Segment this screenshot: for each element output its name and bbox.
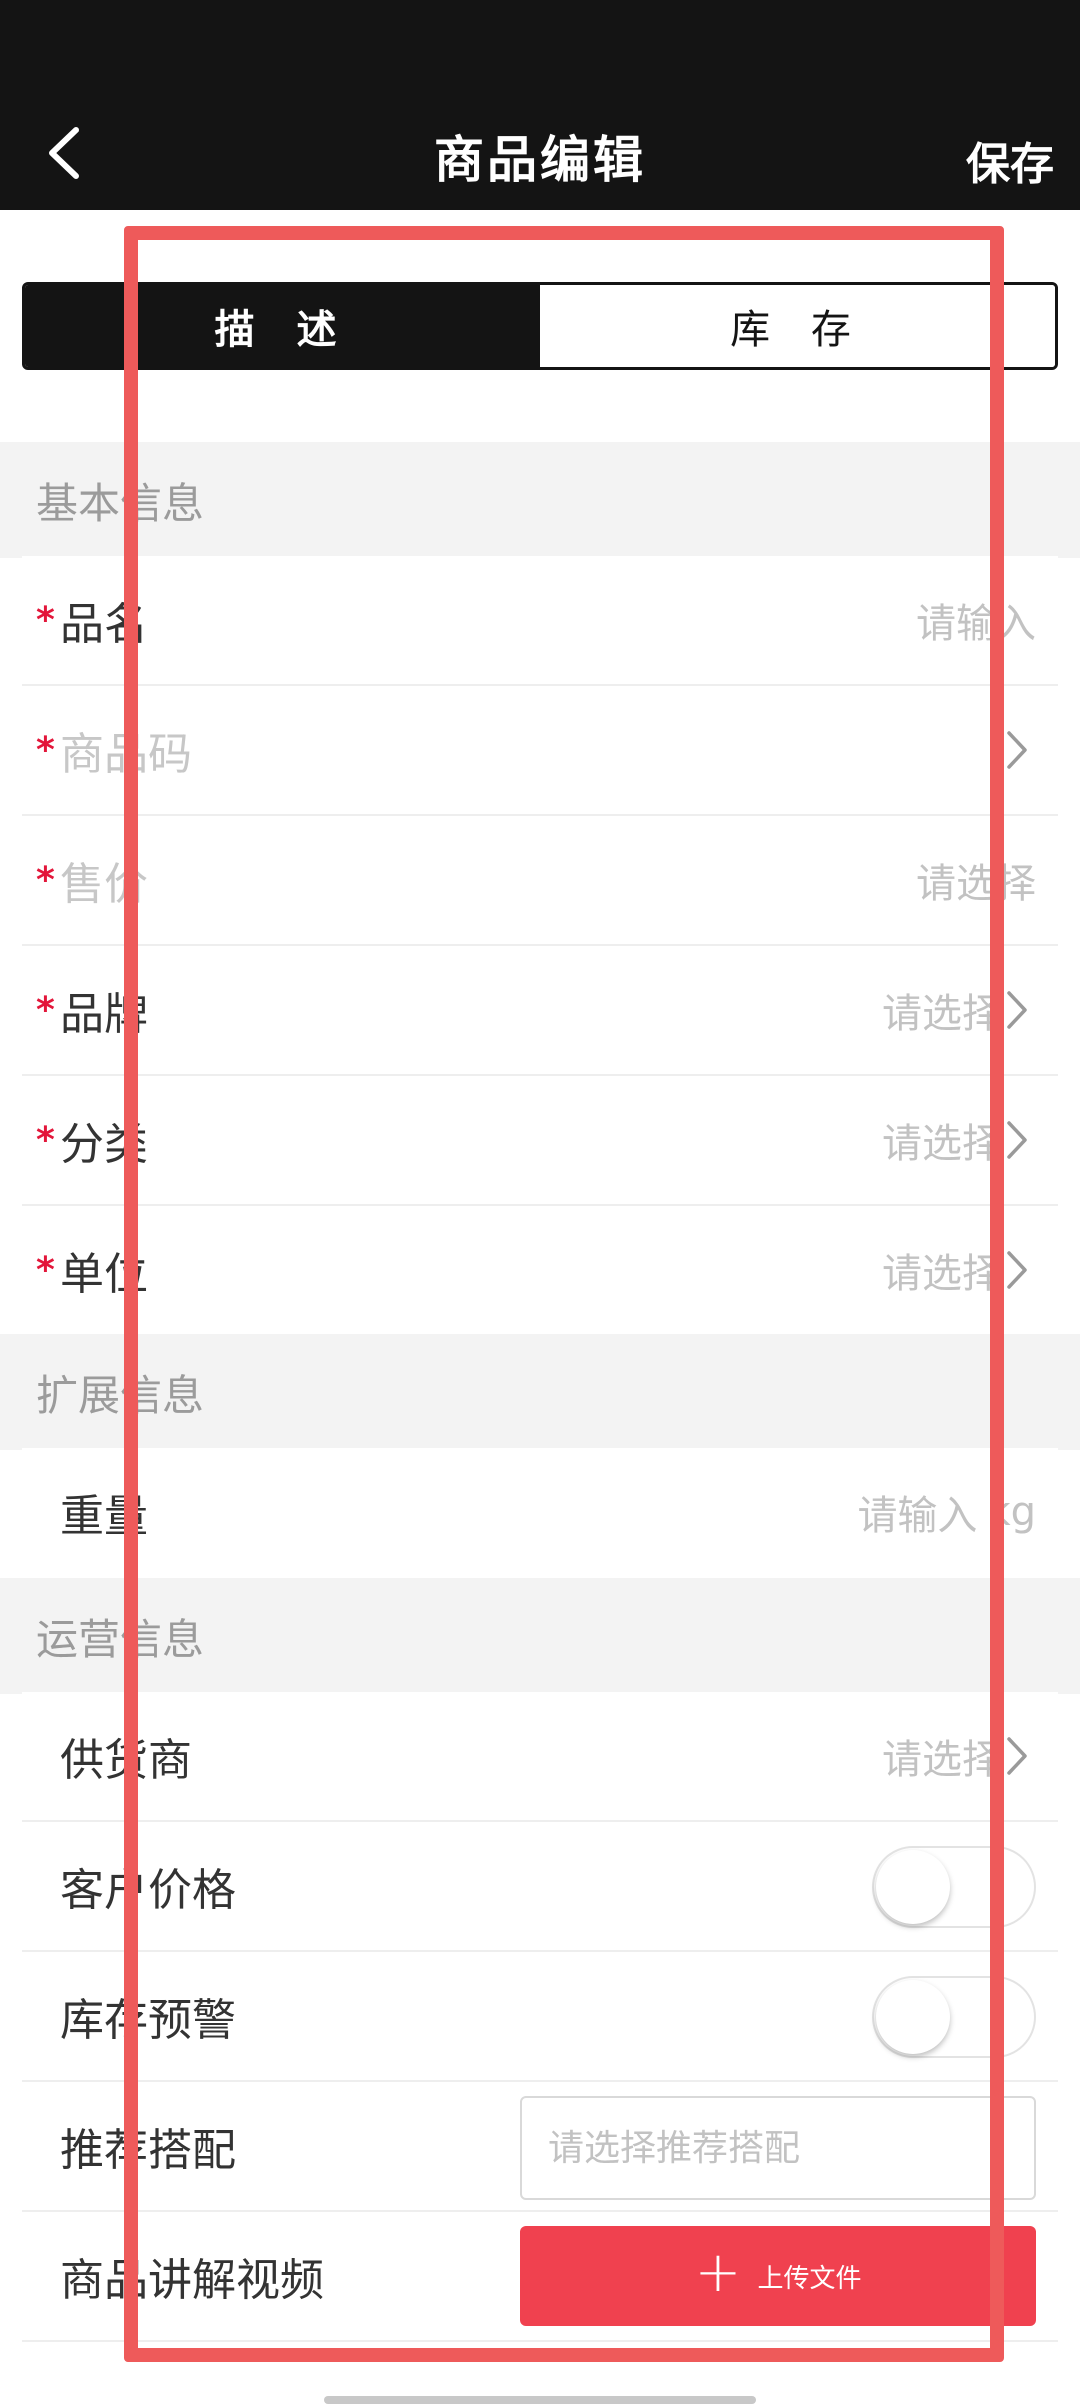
field-row-category[interactable]: * 分类 请选择	[22, 1076, 1058, 1206]
field-label-stock-alert: 库存预警	[60, 1995, 236, 2046]
customer-price-toggle[interactable]	[872, 1846, 1036, 1928]
field-label-video: 商品讲解视频	[60, 2255, 324, 2306]
chevron-right-icon	[1006, 1250, 1028, 1290]
home-indicator	[324, 2396, 756, 2404]
field-row-supplier[interactable]: 供货商 请选择	[22, 1692, 1058, 1822]
required-mark: *	[36, 1119, 55, 1161]
field-label-unit: 单位	[60, 1249, 148, 1300]
field-row-customer-price: 客户价格	[22, 1822, 1058, 1952]
stock-alert-toggle[interactable]	[872, 1976, 1036, 2058]
required-mark: *	[36, 859, 55, 901]
field-value-name[interactable]: 请输入	[916, 556, 1036, 684]
weight-placeholder: 请输入	[857, 1493, 978, 1539]
field-row-stock-alert: 库存预警	[22, 1952, 1058, 2082]
field-value-weight[interactable]: 请输入 kg	[857, 1448, 1036, 1576]
page-title: 商品编辑	[434, 131, 646, 189]
section-header-basic: 基本信息	[0, 442, 1080, 558]
field-value-brand: 请选择	[882, 991, 1002, 1037]
field-row-name[interactable]: * 品名 请输入	[22, 556, 1058, 686]
upload-button-label: 上传文件	[757, 2263, 862, 2294]
field-label-recommend: 推荐搭配	[60, 2125, 236, 2176]
weight-unit: kg	[987, 1489, 1036, 1535]
field-label-price: 售价	[60, 859, 148, 910]
segmented-tabs: 描 述 库 存	[22, 282, 1058, 370]
required-mark: *	[36, 599, 55, 641]
field-value-price: 请选择	[916, 861, 1036, 907]
required-mark: *	[36, 729, 55, 771]
toggle-knob	[876, 1980, 950, 2054]
field-row-price[interactable]: * 售价 请选择	[22, 816, 1058, 946]
field-value-supplier: 请选择	[882, 1737, 1002, 1783]
field-value-unit: 请选择	[882, 1251, 1002, 1297]
tab-inventory[interactable]: 库 存	[540, 285, 1055, 367]
section-header-extended: 扩展信息	[0, 1334, 1080, 1450]
field-label-brand: 品牌	[60, 989, 148, 1040]
chevron-right-icon	[1006, 730, 1028, 770]
field-row-brand[interactable]: * 品牌 请选择	[22, 946, 1058, 1076]
field-row-recommend: 推荐搭配	[22, 2082, 1058, 2212]
recommend-input[interactable]	[520, 2096, 1036, 2200]
field-row-code[interactable]: * 商品码	[22, 686, 1058, 816]
product-edit-page: 商品编辑 保存 描 述 库 存 基本信息 * 品名 请输入 * 商品码 * 售价…	[0, 0, 1080, 2408]
chevron-right-icon	[1006, 1120, 1028, 1160]
required-mark: *	[36, 989, 55, 1031]
field-label-category: 分类	[60, 1119, 148, 1170]
required-mark: *	[36, 1249, 55, 1291]
toggle-knob	[876, 1850, 950, 1924]
field-row-video: 商品讲解视频 + 上传文件	[22, 2212, 1058, 2342]
section-header-operations: 运营信息	[0, 1578, 1080, 1694]
field-label-name: 品名	[60, 599, 148, 650]
field-row-weight[interactable]: 重量 请输入 kg	[22, 1448, 1058, 1578]
upload-file-button[interactable]: + 上传文件	[520, 2226, 1036, 2326]
field-label-customer-price: 客户价格	[60, 1865, 236, 1916]
plus-icon: +	[694, 2240, 742, 2305]
chevron-right-icon	[1006, 1736, 1028, 1776]
field-label-weight: 重量	[60, 1491, 148, 1542]
field-row-unit[interactable]: * 单位 请选择	[22, 1206, 1058, 1336]
save-button[interactable]: 保存	[966, 128, 1054, 192]
tab-description[interactable]: 描 述	[25, 285, 540, 367]
field-value-category: 请选择	[882, 1121, 1002, 1167]
chevron-right-icon	[1006, 990, 1028, 1030]
field-label-supplier: 供货商	[60, 1735, 192, 1786]
app-header: 商品编辑 保存	[0, 0, 1080, 210]
field-label-code: 商品码	[60, 729, 192, 780]
